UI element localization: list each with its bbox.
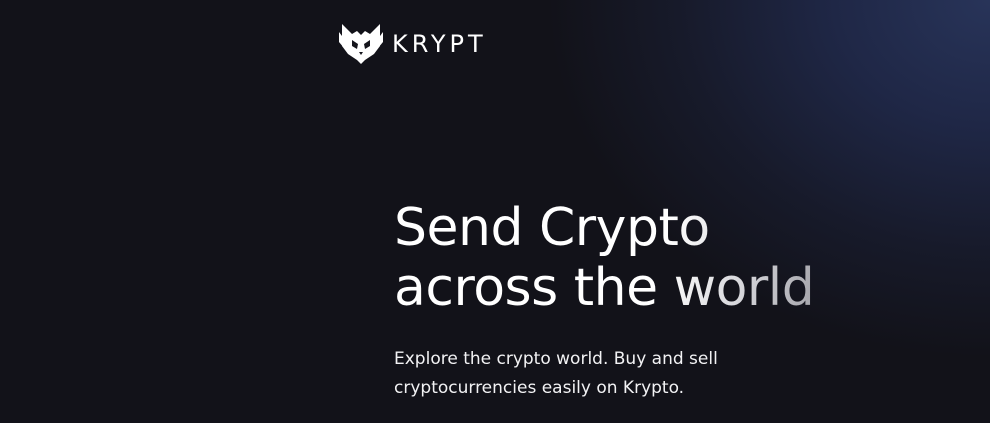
hero-title-line-1: Send Crypto [394, 198, 710, 258]
hero-section: Send Crypto across the world Explore the… [394, 198, 954, 403]
hero-title: Send Crypto across the world [394, 198, 954, 318]
navbar: KRYPT [338, 22, 487, 66]
fox-mask-icon [339, 24, 383, 64]
brand-name: KRYPT [392, 30, 487, 58]
hero-title-line-2: across the world [394, 258, 815, 318]
hero-subtitle: Explore the crypto world. Buy and sell c… [394, 349, 718, 398]
brand-logo-link[interactable]: KRYPT [338, 22, 487, 66]
